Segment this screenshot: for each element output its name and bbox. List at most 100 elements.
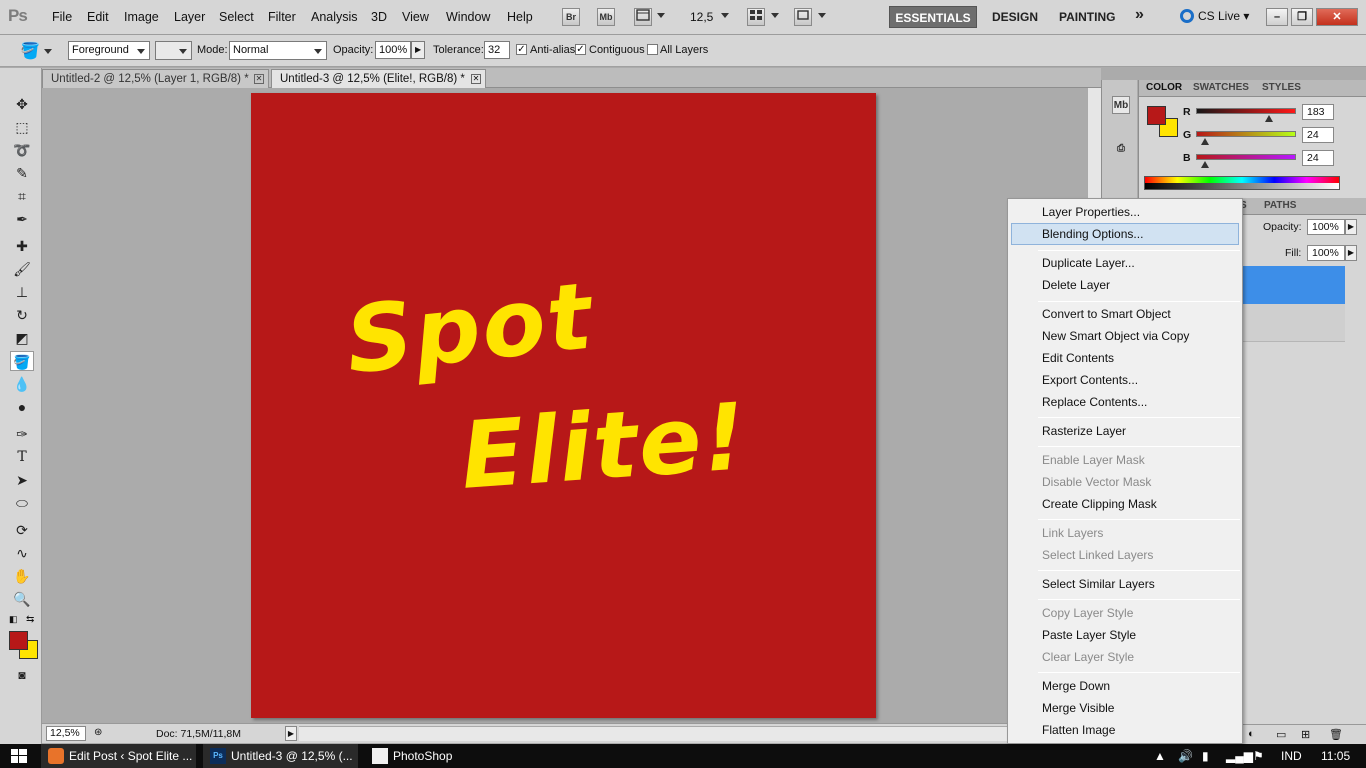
arrange-dropdown-icon[interactable] [771,13,779,18]
menu-item-convert-smart-object[interactable]: Convert to Smart Object [1042,307,1171,321]
menu-layer[interactable]: Layer [174,10,205,24]
menu-help[interactable]: Help [507,10,533,24]
layer-group-icon[interactable]: ▭ [1276,728,1286,741]
new-layer-icon[interactable]: ⊞ [1301,728,1310,741]
tab-untitled-2[interactable]: Untitled-2 @ 12,5% (Layer 1, RGB/8) * ✕ [42,69,269,88]
move-tool-icon[interactable]: ✥ [10,94,34,114]
arrange-documents-button[interactable] [747,8,765,26]
tab-untitled-3[interactable]: Untitled-3 @ 12,5% (Elite!, RGB/8) * ✕ [271,69,486,88]
menu-item-select-similar-layers[interactable]: Select Similar Layers [1042,577,1155,591]
pen-tool-icon[interactable]: ✑ [10,424,34,444]
marquee-tool-icon[interactable]: ⬚ [10,117,34,137]
shape-tool-icon[interactable]: ⬭ [10,493,34,513]
all-layers-checkbox[interactable] [647,44,658,55]
3d-rotate-tool-icon[interactable]: ⟳ [10,520,34,540]
default-colors-icon[interactable]: ◧ [9,614,18,625]
dodge-tool-icon[interactable]: ● [10,397,34,417]
menu-window[interactable]: Window [446,10,490,24]
zoom-dropdown-icon[interactable] [721,13,729,18]
menu-view[interactable]: View [402,10,429,24]
layer-opacity-input[interactable]: 100% [1307,219,1345,235]
tray-network-icon[interactable]: ▂▄▆ [1226,749,1253,763]
history-panel-icon[interactable]: ⎙ [1112,140,1130,158]
zoom-tool-icon[interactable]: 🔍 [10,589,34,609]
menu-item-delete-layer[interactable]: Delete Layer [1042,278,1110,292]
fill-source-select[interactable]: Foreground [68,41,150,60]
history-brush-tool-icon[interactable]: ↻ [10,305,34,325]
quick-mask-icon[interactable]: ◙ [10,665,34,685]
tab-color[interactable]: COLOR [1146,82,1182,93]
menu-3d[interactable]: 3D [371,10,387,24]
tab-close-icon[interactable]: ✕ [254,74,264,84]
menu-image[interactable]: Image [124,10,159,24]
tool-preset-dropdown-icon[interactable] [44,49,52,54]
tab-swatches[interactable]: SWATCHES [1193,82,1249,93]
blue-channel-slider[interactable] [1196,154,1296,160]
tray-battery-icon[interactable]: ▮ [1202,749,1209,763]
menu-item-export-contents[interactable]: Export Contents... [1042,373,1138,387]
status-info-icon[interactable]: ⊛ [94,727,102,738]
green-channel-slider[interactable] [1196,131,1296,137]
extras-dropdown-icon[interactable] [657,13,665,18]
tab-paths[interactable]: PATHS [1264,200,1296,211]
menu-item-layer-properties[interactable]: Layer Properties... [1042,205,1140,219]
paint-bucket-preset-icon[interactable]: 🪣 [20,41,40,61]
menu-item-merge-visible[interactable]: Merge Visible [1042,701,1114,715]
cs-live-button[interactable]: CS Live ▾ [1180,9,1249,23]
blue-slider-thumb[interactable] [1201,161,1209,168]
crop-tool-icon[interactable]: ⌗ [10,186,34,206]
workspace-essentials[interactable]: ESSENTIALS [889,6,977,28]
healing-brush-tool-icon[interactable]: ✚ [10,236,34,256]
quick-select-tool-icon[interactable]: ✎ [10,163,34,183]
minimize-button[interactable]: – [1266,8,1288,26]
delete-layer-icon[interactable]: 🗑 [1329,728,1343,741]
opacity-slider-button[interactable]: ▶ [411,41,425,59]
taskbar-item-folder[interactable]: PhotoShop [365,744,495,768]
tray-clock[interactable]: 11:05 [1321,749,1350,763]
menu-item-rasterize-layer[interactable]: Rasterize Layer [1042,424,1126,438]
color-spectrum-bar[interactable] [1144,176,1340,190]
screen-mode-button[interactable] [794,8,812,26]
tab-styles[interactable]: STYLES [1262,82,1301,93]
taskbar-item-browser[interactable]: Edit Post ‹ Spot Elite ... [41,744,196,768]
brush-tool-icon[interactable]: 🖌 [10,259,34,279]
pattern-picker[interactable] [155,41,192,60]
blur-tool-icon[interactable]: 💧 [10,374,34,394]
menu-item-flatten-image[interactable]: Flatten Image [1042,723,1115,737]
tray-chevron-icon[interactable]: ▲ [1154,749,1166,763]
menu-edit[interactable]: Edit [87,10,109,24]
layer-opacity-arrow-icon[interactable]: ▶ [1345,219,1357,235]
restore-button[interactable]: ❐ [1291,8,1313,26]
hand-tool-icon[interactable]: ✋ [10,566,34,586]
menu-item-duplicate-layer[interactable]: Duplicate Layer... [1042,256,1135,270]
lasso-tool-icon[interactable]: ➰ [10,140,34,160]
tray-language[interactable]: IND [1281,749,1302,763]
canvas-area[interactable]: Spot Elite! [42,88,1087,723]
zoom-field[interactable]: 12,5 [690,10,713,24]
zoom-status-field[interactable]: 12,5% [46,726,86,741]
color-panel-foreground-swatch[interactable] [1147,106,1166,125]
tolerance-input[interactable]: 32 [484,41,510,59]
tray-volume-icon[interactable]: 🔊 [1178,749,1193,763]
red-slider-thumb[interactable] [1265,115,1273,122]
menu-item-new-smart-object-copy[interactable]: New Smart Object via Copy [1042,329,1189,343]
clone-stamp-tool-icon[interactable]: ⊥ [10,282,34,302]
layer-fill-arrow-icon[interactable]: ▶ [1345,245,1357,261]
selected-layer-row[interactable] [1243,266,1345,304]
taskbar-item-photoshop-doc[interactable]: Ps Untitled-3 @ 12,5% (... [203,744,358,768]
menu-item-merge-down[interactable]: Merge Down [1042,679,1110,693]
menu-item-edit-contents[interactable]: Edit Contents [1042,351,1114,365]
screen-mode-dropdown-icon[interactable] [818,13,826,18]
antialias-checkbox[interactable]: ✓ [516,44,527,55]
tray-flag-icon[interactable]: ⚑ [1253,749,1264,763]
close-button[interactable]: ✕ [1316,8,1358,26]
status-menu-icon[interactable]: ▶ [285,726,297,741]
red-channel-slider[interactable] [1196,108,1296,114]
menu-analysis[interactable]: Analysis [311,10,358,24]
foreground-color-swatch[interactable] [9,631,28,650]
mini-bridge-button[interactable]: Mb [597,8,615,26]
menu-file[interactable]: File [52,10,72,24]
paint-bucket-tool-icon[interactable]: 🪣 [10,351,34,371]
menu-filter[interactable]: Filter [268,10,296,24]
document-canvas[interactable]: Spot Elite! [251,93,876,718]
